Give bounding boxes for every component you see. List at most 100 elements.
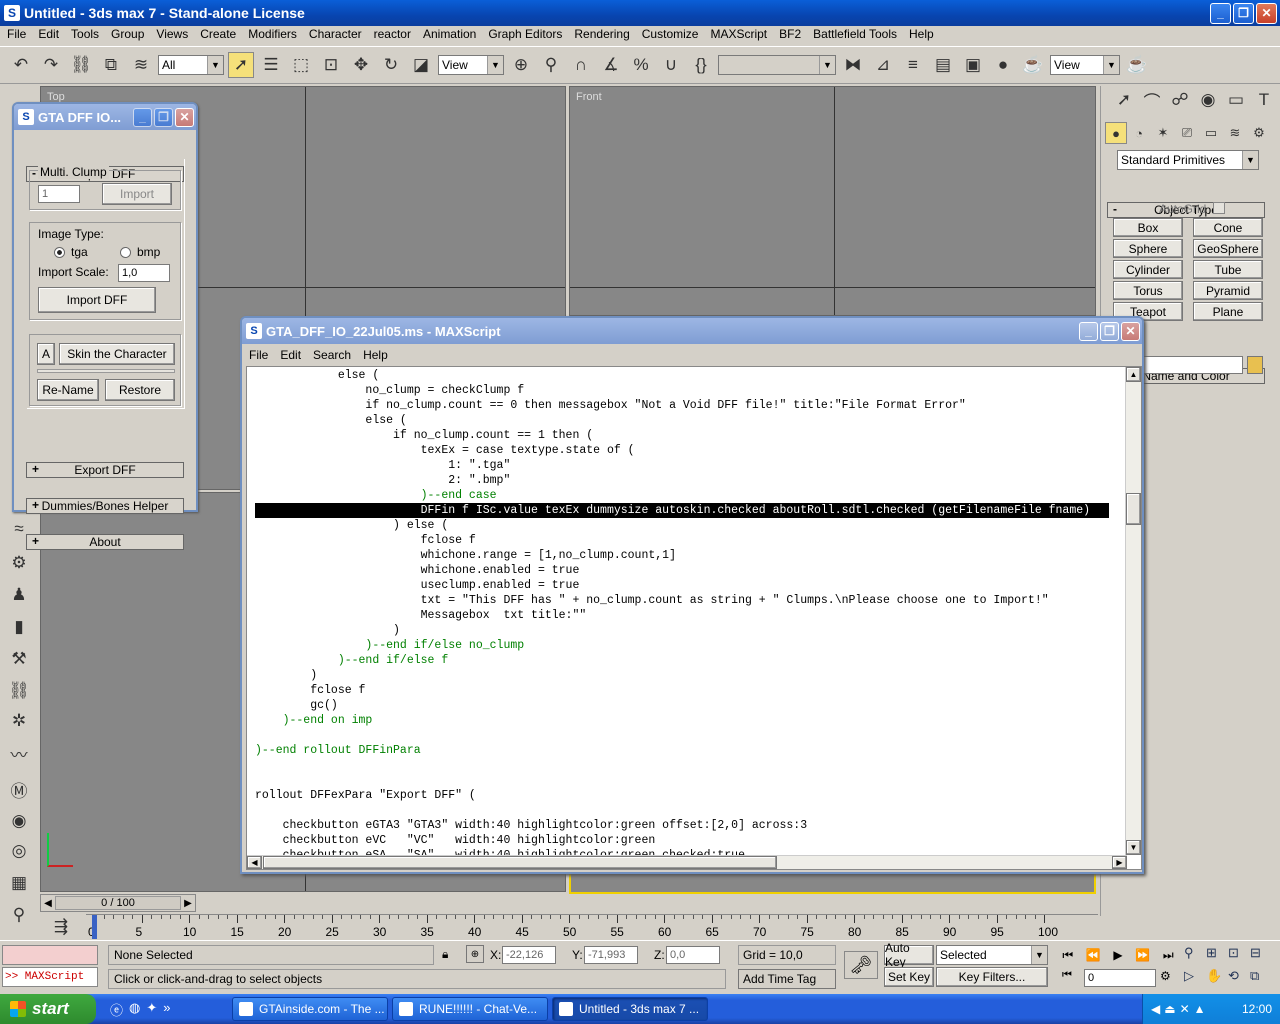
- window-crossing-icon[interactable]: ⊡: [318, 52, 344, 78]
- code-line[interactable]: if no_clump.count == 0 then messagebox "…: [255, 398, 1125, 413]
- code-line[interactable]: )--end if/else no_clump: [255, 638, 1125, 653]
- editor-menu-file[interactable]: File: [243, 345, 274, 365]
- set-key-button[interactable]: Set Key: [884, 967, 934, 987]
- app-icon[interactable]: S: [4, 5, 20, 21]
- scale-icon[interactable]: ◪: [408, 52, 434, 78]
- maximize-button[interactable]: ❐: [1233, 2, 1254, 24]
- import-scale-spinner[interactable]: 1,0: [118, 264, 170, 282]
- primitive-tube-button[interactable]: Tube: [1193, 260, 1263, 279]
- move-icon[interactable]: ✥: [348, 52, 374, 78]
- code-line[interactable]: ): [255, 623, 1125, 638]
- maximize-button[interactable]: ❐: [154, 107, 173, 127]
- import-dff-button[interactable]: Import DFF: [38, 287, 156, 313]
- code-line[interactable]: else (: [255, 413, 1125, 428]
- scroll-h-thumb[interactable]: [263, 856, 777, 869]
- display-tab-icon[interactable]: ▭: [1223, 87, 1249, 113]
- bmp-radio[interactable]: bmp: [120, 245, 160, 259]
- tray-icon-3[interactable]: ✕: [1180, 1002, 1190, 1016]
- helpers-icon[interactable]: ▭: [1199, 120, 1223, 146]
- menu-item-graph-editors[interactable]: Graph Editors: [482, 24, 568, 44]
- code-line[interactable]: txt = "This DFF has " + no_clump.count a…: [255, 593, 1125, 608]
- schematic-view-icon[interactable]: ▣: [960, 52, 986, 78]
- primitive-torus-button[interactable]: Torus: [1113, 281, 1183, 300]
- primitive-pyramid-button[interactable]: Pyramid: [1193, 281, 1263, 300]
- modify-tab-icon[interactable]: ⌒: [1139, 87, 1165, 113]
- taskbar-task-1[interactable]: GTAinside.com - The ...: [232, 997, 388, 1021]
- editor-menu-edit[interactable]: Edit: [274, 345, 307, 365]
- ref-coord-dropdown[interactable]: View ▼: [438, 55, 504, 75]
- menu-item-reactor[interactable]: reactor: [368, 24, 417, 44]
- dummies-rollout-header[interactable]: + Dummies/Bones Helper: [26, 498, 184, 514]
- code-lines[interactable]: else ( no_clump = checkClump f if no_clu…: [255, 368, 1125, 856]
- viewport-front[interactable]: Front: [569, 86, 1096, 316]
- x-coord-field[interactable]: -22,126: [502, 946, 556, 964]
- taskbar-task-3[interactable]: Untitled - 3ds max 7 ...: [552, 997, 708, 1021]
- primitive-box-button[interactable]: Box: [1113, 218, 1183, 237]
- curve-editor-mini-icon[interactable]: ⇶: [48, 914, 74, 940]
- code-line[interactable]: 2: ".bmp": [255, 473, 1125, 488]
- menu-item-modifiers[interactable]: Modifiers: [242, 24, 303, 44]
- cameras-icon[interactable]: ⎚: [1175, 120, 1199, 146]
- bind-space-warp-icon[interactable]: ≋: [128, 52, 154, 78]
- spinner-snap-icon[interactable]: ∪: [658, 52, 684, 78]
- code-line[interactable]: )--end on imp: [255, 713, 1125, 728]
- firefox-icon[interactable]: ◍: [129, 1000, 140, 1019]
- mirror-icon[interactable]: ⧓: [840, 52, 866, 78]
- autogrid-checkbox[interactable]: [1213, 202, 1225, 214]
- code-line[interactable]: Messagebox txt title:"": [255, 608, 1125, 623]
- primitive-cylinder-button[interactable]: Cylinder: [1113, 260, 1183, 279]
- minimize-button[interactable]: _: [1079, 321, 1098, 341]
- utilities-tab-icon[interactable]: T: [1251, 87, 1277, 113]
- lock-selection-icon[interactable]: 🔒︎: [442, 947, 448, 962]
- zoom-all-icon[interactable]: ⊞: [1206, 945, 1228, 966]
- angle-snap-icon[interactable]: ∡: [598, 52, 624, 78]
- select-by-name-icon[interactable]: ☰: [258, 52, 284, 78]
- scroll-left-icon[interactable]: ◀: [247, 856, 262, 869]
- code-line[interactable]: DFFin f ISc.value texEx dummysize autosk…: [255, 503, 1109, 518]
- scroll-down-icon[interactable]: ▼: [1126, 840, 1141, 855]
- undo-icon[interactable]: ↶: [8, 52, 34, 78]
- menu-item-group[interactable]: Group: [105, 24, 150, 44]
- reactor-tool-icon-5[interactable]: ⚒: [6, 646, 32, 672]
- maximize-viewport-icon[interactable]: ⧉: [1250, 968, 1272, 989]
- viewport-front-label[interactable]: Front: [576, 91, 602, 103]
- start-button[interactable]: start: [0, 994, 96, 1024]
- code-line[interactable]: ) else (: [255, 518, 1125, 533]
- key-mode-toggle-icon[interactable]: ⏮: [1062, 969, 1072, 982]
- horizontal-scrollbar[interactable]: ◀ ▶: [247, 855, 1127, 869]
- code-line[interactable]: checkbutton eVC "VC" width:40 highlightc…: [255, 833, 1125, 848]
- reactor-tool-icon-6[interactable]: ⛓: [6, 678, 32, 704]
- scroll-right-icon[interactable]: ▶: [1112, 856, 1127, 869]
- menu-item-tools[interactable]: Tools: [65, 24, 105, 44]
- code-line[interactable]: )--end case: [255, 488, 1125, 503]
- tray-icon-2[interactable]: ⏏: [1164, 1002, 1175, 1016]
- reactor-tool-icon-12[interactable]: ▦: [6, 870, 32, 896]
- rotate-icon[interactable]: ↻: [378, 52, 404, 78]
- current-frame-field[interactable]: 0: [1084, 969, 1156, 987]
- align-icon[interactable]: ⊿: [870, 52, 896, 78]
- primitive-cone-button[interactable]: Cone: [1193, 218, 1263, 237]
- a-button[interactable]: A: [37, 343, 55, 365]
- messenger-icon[interactable]: ✦: [146, 1000, 157, 1019]
- key-filters-button[interactable]: Key Filters...: [936, 967, 1048, 987]
- play-icon[interactable]: ▶: [1113, 948, 1122, 962]
- menu-item-create[interactable]: Create: [194, 24, 242, 44]
- zoom-icon[interactable]: ⚲: [1184, 945, 1206, 966]
- region-select-icon[interactable]: ⬚: [288, 52, 314, 78]
- code-line[interactable]: gc(): [255, 698, 1125, 713]
- scroll-up-icon[interactable]: ▲: [1126, 367, 1141, 382]
- maxscript-mini-listener[interactable]: >> MAXScript: [2, 967, 98, 987]
- orbit-icon[interactable]: ⟲: [1228, 968, 1250, 989]
- menu-item-views[interactable]: Views: [150, 24, 194, 44]
- code-line[interactable]: else (: [255, 368, 1125, 383]
- code-line[interactable]: ): [255, 668, 1125, 683]
- menu-item-character[interactable]: Character: [303, 24, 368, 44]
- quick-render-icon[interactable]: ☕: [1124, 52, 1150, 78]
- rename-button[interactable]: Re-Name: [37, 379, 99, 401]
- reactor-tool-icon-3[interactable]: ♟: [6, 582, 32, 608]
- reactor-tool-icon-11[interactable]: ◎: [6, 838, 32, 864]
- tga-radio[interactable]: tga: [54, 245, 88, 259]
- curve-editor-icon[interactable]: ▤: [930, 52, 956, 78]
- close-button[interactable]: ✕: [1121, 321, 1140, 341]
- field-of-view-icon[interactable]: ▷: [1184, 968, 1206, 989]
